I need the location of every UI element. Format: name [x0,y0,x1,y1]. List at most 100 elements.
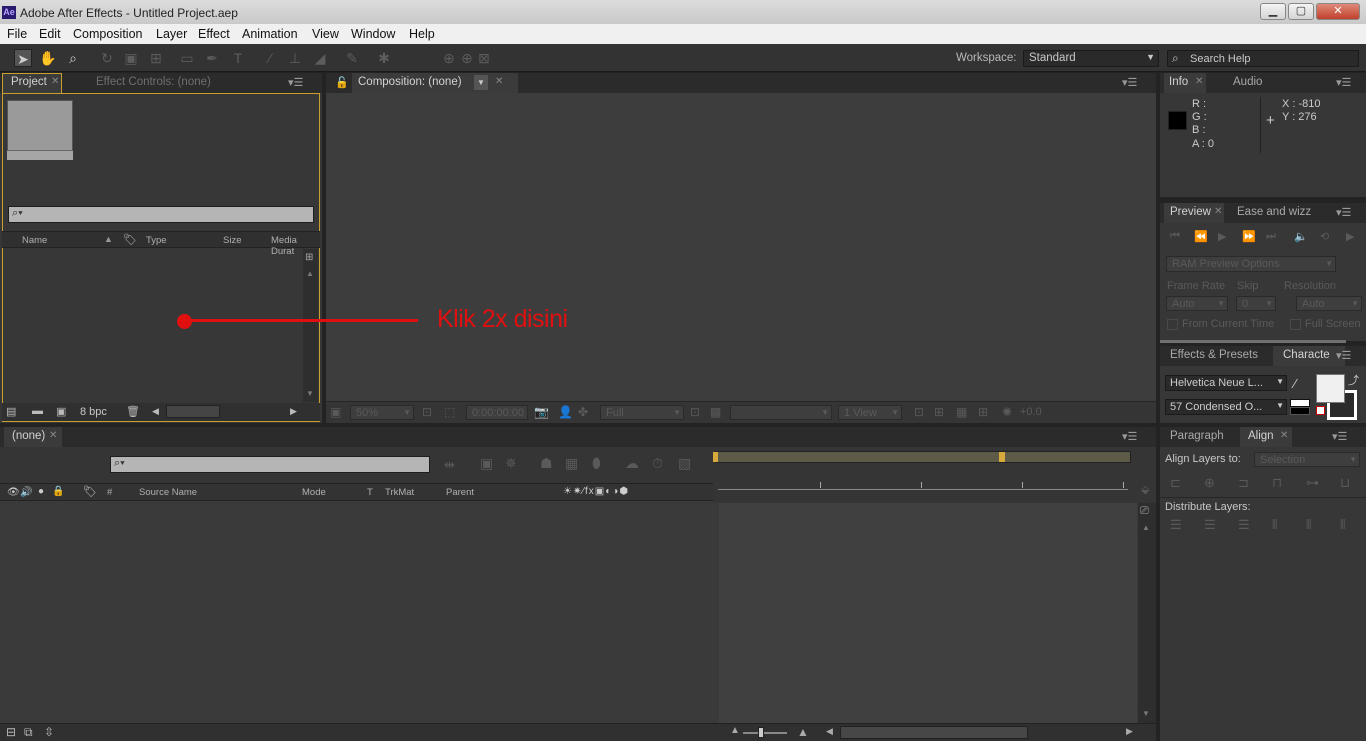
zoom-tool-icon[interactable]: ⌕ [64,49,82,67]
distribute-bottom-icon[interactable]: ☰ [1238,517,1250,533]
distribute-top-icon[interactable]: ☰ [1170,517,1182,533]
interpret-footage-icon[interactable]: ▤ [6,405,16,418]
full-screen-checkbox[interactable] [1290,319,1301,330]
close-icon[interactable]: ✕ [495,76,503,87]
menu-effect[interactable]: Effect [198,27,230,41]
expand-transfer-controls-icon[interactable]: ⧉ [24,725,33,740]
work-area-bar[interactable] [715,451,1131,463]
mask-visibility-icon[interactable]: ⬚ [444,405,455,419]
roto-brush-tool-icon[interactable]: ✎ [343,49,361,67]
align-top-icon[interactable]: ⊓ [1272,475,1282,491]
black-swatch[interactable] [1290,407,1310,415]
panel-menu-icon[interactable]: ▾☰ [1336,206,1351,219]
minimize-button[interactable]: ▁ [1260,3,1286,20]
new-composition-icon[interactable]: ▣ [56,405,66,418]
expand-in-out-icon[interactable]: ⇳ [44,725,54,739]
rectangle-tool-icon[interactable]: ▭ [178,49,196,67]
pen-tool-icon[interactable]: ✒ [203,49,221,67]
column-type[interactable]: Type [146,235,167,246]
brush-tool-icon[interactable]: ⁄ [261,49,279,67]
scroll-left-icon[interactable]: ◀ [826,726,833,737]
panel-menu-icon[interactable]: ▾☰ [1336,76,1351,89]
scroll-right-icon[interactable]: ▶ [290,406,297,417]
align-vertical-center-icon[interactable]: ⊶ [1306,475,1319,491]
close-icon[interactable]: ✕ [1280,430,1288,441]
menu-animation[interactable]: Animation [242,27,298,41]
scroll-up-icon[interactable]: ▲ [306,269,314,278]
fast-previews-icon[interactable]: ⊞ [934,405,944,419]
camera-tool-icon[interactable]: ▣ [122,49,140,67]
work-area-end-handle[interactable] [999,452,1005,462]
eyedropper-icon[interactable]: ⁄ [1294,376,1296,391]
label-tag-icon[interactable]: 🏷 [83,485,97,498]
align-bottom-icon[interactable]: ⊔ [1340,475,1350,491]
flowchart-icon[interactable]: ⊞ [978,405,988,419]
timeline-graph-area[interactable] [719,503,1137,723]
magnification-select[interactable]: 50% ▼ [350,405,414,420]
scroll-up-icon[interactable]: ▲ [1142,523,1150,532]
column-mode[interactable]: Mode [302,487,326,498]
new-folder-icon[interactable]: ▬ [32,405,43,417]
close-icon[interactable]: ✕ [49,430,57,441]
align-to-select[interactable]: Selection ▼ [1254,452,1360,467]
project-scrollbar[interactable]: ⊞ ▲ ▼ [303,249,318,402]
panel-menu-icon[interactable]: ▾☰ [288,76,303,89]
swap-colors-icon[interactable]: ⤴ [1348,372,1359,388]
exposure-value[interactable]: +0.0 [1020,406,1042,418]
rotate-tool-icon[interactable]: ↻ [98,49,116,67]
clone-tool-icon[interactable]: ⊥ [286,49,304,67]
lock-icon[interactable]: 🔓 [335,76,349,89]
axis-world-icon[interactable]: ⊕ [458,49,476,67]
auto-keyframe-icon[interactable]: ⏱ [652,455,663,472]
preview-scrollbar[interactable] [1160,340,1346,343]
toggle-pixel-aspect-icon[interactable]: ⊡ [914,405,924,419]
panel-menu-icon[interactable]: ▾☰ [1332,430,1347,443]
selection-tool-icon[interactable]: ➤ [14,49,32,67]
no-color-icon[interactable] [1316,406,1325,415]
channel-icon[interactable]: ✤ [578,405,588,419]
distribute-vertical-center-icon[interactable]: ☰ [1204,517,1216,533]
tab-ease-and-wizz[interactable]: Ease and wizz [1237,206,1311,218]
column-track-matte-t[interactable]: T [367,487,373,498]
timeline-horizontal-thumb[interactable] [840,726,1028,739]
shy-layers-icon[interactable]: ☗ [540,455,553,472]
fill-color-swatch[interactable] [1316,374,1345,403]
menu-layer[interactable]: Layer [156,27,187,41]
current-time-field[interactable]: 0:00:00:00 [466,405,528,420]
close-icon[interactable]: ✕ [51,76,59,87]
workspace-select[interactable]: Standard ▼ [1023,50,1159,67]
tab-effect-controls[interactable]: Effect Controls: (none) [96,76,211,88]
time-ruler[interactable] [718,465,1128,490]
always-preview-icon[interactable]: ▣ [330,405,341,419]
zoom-slider-thumb[interactable] [758,727,764,738]
first-frame-icon[interactable]: ⏮ [1170,230,1180,243]
axis-view-icon[interactable]: ⊠ [475,49,493,67]
column-trkmat[interactable]: TrkMat [385,487,414,498]
next-frame-icon[interactable]: ⏩ [1242,230,1256,243]
live-update-icon[interactable]: ▣ [480,455,493,472]
audio-speaker-icon[interactable]: 🔊 [20,487,32,498]
resolution-select[interactable]: Full ▼ [600,405,684,420]
project-search-input[interactable]: ⌕▾ [8,206,314,223]
scroll-right-icon[interactable]: ▶ [1126,726,1133,737]
show-snapshot-icon[interactable]: 👤 [558,405,573,419]
label-tag-icon[interactable]: 🏷 [123,233,137,246]
menu-file[interactable]: File [7,27,27,41]
resolution-select[interactable]: Auto ▼ [1296,296,1362,311]
zoom-slider-track[interactable] [743,732,787,734]
graph-editor-icon[interactable]: ▧ [678,455,691,472]
tab-paragraph[interactable]: Paragraph [1170,430,1224,442]
tab-effects-presets[interactable]: Effects & Presets [1170,349,1258,361]
menu-view[interactable]: View [312,27,339,41]
panel-menu-icon[interactable]: ▾☰ [1336,349,1351,362]
close-button[interactable]: ✕ [1316,3,1360,20]
region-of-interest-icon[interactable]: ⊡ [690,405,700,419]
timeline-scrollbar[interactable]: ⎚ ▲ ▼ [1138,503,1156,723]
composition-viewer[interactable] [326,93,1156,401]
work-area-start-handle[interactable] [713,452,718,462]
expand-layer-switches-icon[interactable]: ⊟ [6,725,16,739]
from-current-time-checkbox[interactable] [1167,319,1178,330]
search-help-input[interactable]: ⌕ Search Help [1167,50,1359,67]
play-icon[interactable]: ▶ [1218,230,1226,243]
menu-window[interactable]: Window [351,27,395,41]
